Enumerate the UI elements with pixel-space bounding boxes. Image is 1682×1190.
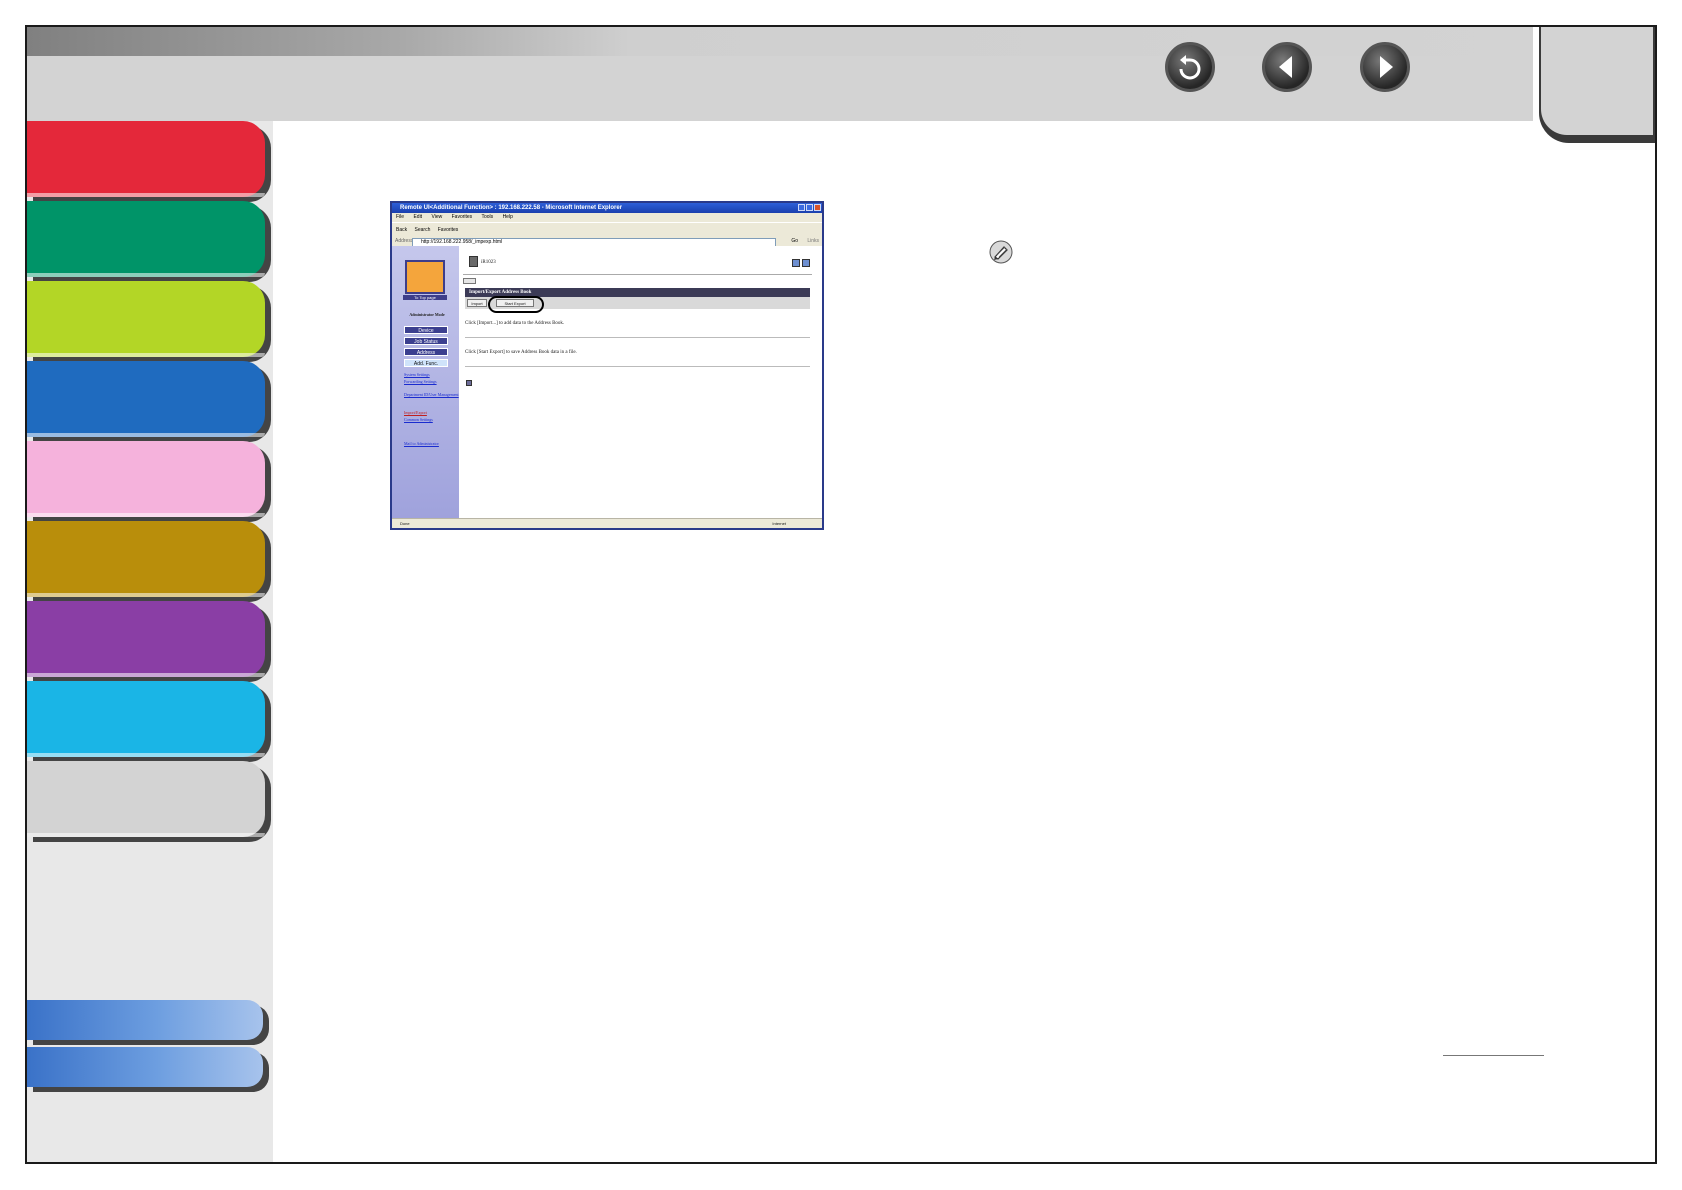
window-title: Remote UI<Additional Function> : 192.168… bbox=[392, 203, 822, 213]
nav-add-func[interactable]: Add. Func. bbox=[404, 359, 448, 367]
import-description: Click [Import...] to add data to the Add… bbox=[465, 321, 565, 326]
chapter-tab-6[interactable] bbox=[27, 521, 265, 597]
link-system-settings[interactable]: System Settings bbox=[404, 372, 459, 377]
maximize-icon bbox=[806, 204, 813, 211]
zone-text: Internet bbox=[772, 521, 786, 526]
back-small-button[interactable] bbox=[463, 278, 476, 284]
remote-ui-logo[interactable] bbox=[405, 260, 445, 294]
link-department-id[interactable]: Department ID/User Management bbox=[404, 392, 459, 397]
help-icon[interactable] bbox=[802, 259, 810, 267]
remote-ui-main: iR1023 Import/Export Address Book Import… bbox=[459, 246, 822, 519]
top-page-link[interactable]: To Top page bbox=[403, 295, 447, 300]
menu-bar: File Edit View Favorites Tools Help bbox=[392, 213, 822, 222]
address-bar: Address http://192.168.222.958/_impexp.h… bbox=[392, 237, 822, 247]
status-bar: Done Internet bbox=[392, 518, 822, 528]
import-button[interactable]: Import bbox=[467, 299, 487, 307]
bottom-tab-2[interactable] bbox=[27, 1047, 263, 1087]
close-icon bbox=[814, 204, 821, 211]
mode-label: Administrator Mode bbox=[409, 312, 445, 317]
export-description: Click [Start Export] to save Address Boo… bbox=[465, 350, 577, 355]
browser-toolbar: Back Search Favorites bbox=[392, 222, 822, 238]
link-import-export[interactable]: Import/Export bbox=[404, 410, 459, 415]
next-page-icon bbox=[1380, 56, 1393, 78]
mail-admin-link[interactable]: Mail to Administrator bbox=[404, 441, 459, 446]
chapter-tab-2[interactable] bbox=[27, 201, 265, 277]
chapter-tab-8[interactable] bbox=[27, 681, 265, 757]
divider bbox=[465, 366, 810, 367]
go-button[interactable]: Go bbox=[791, 237, 798, 246]
page-top-icon[interactable] bbox=[466, 380, 472, 386]
sidebar bbox=[27, 121, 273, 1162]
minimize-icon bbox=[798, 204, 805, 211]
remote-ui-screenshot: Remote UI<Additional Function> : 192.168… bbox=[390, 201, 824, 530]
remote-ui-sidebar: To Top page Administrator Mode Device Jo… bbox=[392, 246, 459, 519]
toolbar-search[interactable]: Search bbox=[415, 227, 431, 233]
page-frame bbox=[25, 25, 1657, 1164]
top-icons bbox=[792, 259, 810, 267]
device-name: iR1023 bbox=[481, 260, 496, 265]
chapter-tab-9[interactable] bbox=[27, 761, 265, 837]
back-icon bbox=[1179, 55, 1201, 80]
printer-icon bbox=[469, 256, 478, 267]
status-text: Done bbox=[400, 521, 410, 526]
links-label: Links bbox=[807, 238, 819, 244]
chapter-tab-4[interactable] bbox=[27, 361, 265, 437]
toolbar-favorites[interactable]: Favorites bbox=[438, 227, 459, 233]
menu-help[interactable]: Help bbox=[503, 214, 513, 220]
nav-device[interactable]: Device bbox=[404, 326, 448, 334]
footer-rule bbox=[1443, 1055, 1544, 1056]
window-controls bbox=[798, 204, 821, 211]
menu-view[interactable]: View bbox=[431, 214, 442, 220]
address-label: Address bbox=[395, 238, 414, 244]
menu-favorites[interactable]: Favorites bbox=[452, 214, 473, 220]
back-button[interactable] bbox=[1165, 42, 1215, 92]
note-pencil-icon bbox=[989, 240, 1013, 264]
chapter-tab-3[interactable] bbox=[27, 281, 265, 357]
next-page-button[interactable] bbox=[1360, 42, 1410, 92]
previous-page-icon bbox=[1279, 56, 1292, 78]
corner-tab bbox=[1541, 27, 1653, 135]
bottom-tab-1[interactable] bbox=[27, 1000, 263, 1040]
menu-file[interactable]: File bbox=[396, 214, 404, 220]
divider bbox=[463, 274, 812, 275]
link-forwarding-settings[interactable]: Forwarding Settings bbox=[404, 379, 459, 384]
menu-edit[interactable]: Edit bbox=[413, 214, 422, 220]
nav-job-status[interactable]: Job Status bbox=[404, 337, 448, 345]
export-highlight-circle bbox=[488, 296, 544, 313]
nav-address[interactable]: Address bbox=[404, 348, 448, 356]
divider bbox=[465, 337, 810, 338]
refresh-icon[interactable] bbox=[792, 259, 800, 267]
menu-tools[interactable]: Tools bbox=[481, 214, 493, 220]
chapter-tab-1[interactable] bbox=[27, 121, 265, 197]
toolbar-back[interactable]: Back bbox=[396, 227, 407, 233]
chapter-tab-7[interactable] bbox=[27, 601, 265, 677]
previous-page-button[interactable] bbox=[1262, 42, 1312, 92]
link-common-settings[interactable]: Common Settings bbox=[404, 417, 459, 422]
chapter-tab-5[interactable] bbox=[27, 441, 265, 517]
